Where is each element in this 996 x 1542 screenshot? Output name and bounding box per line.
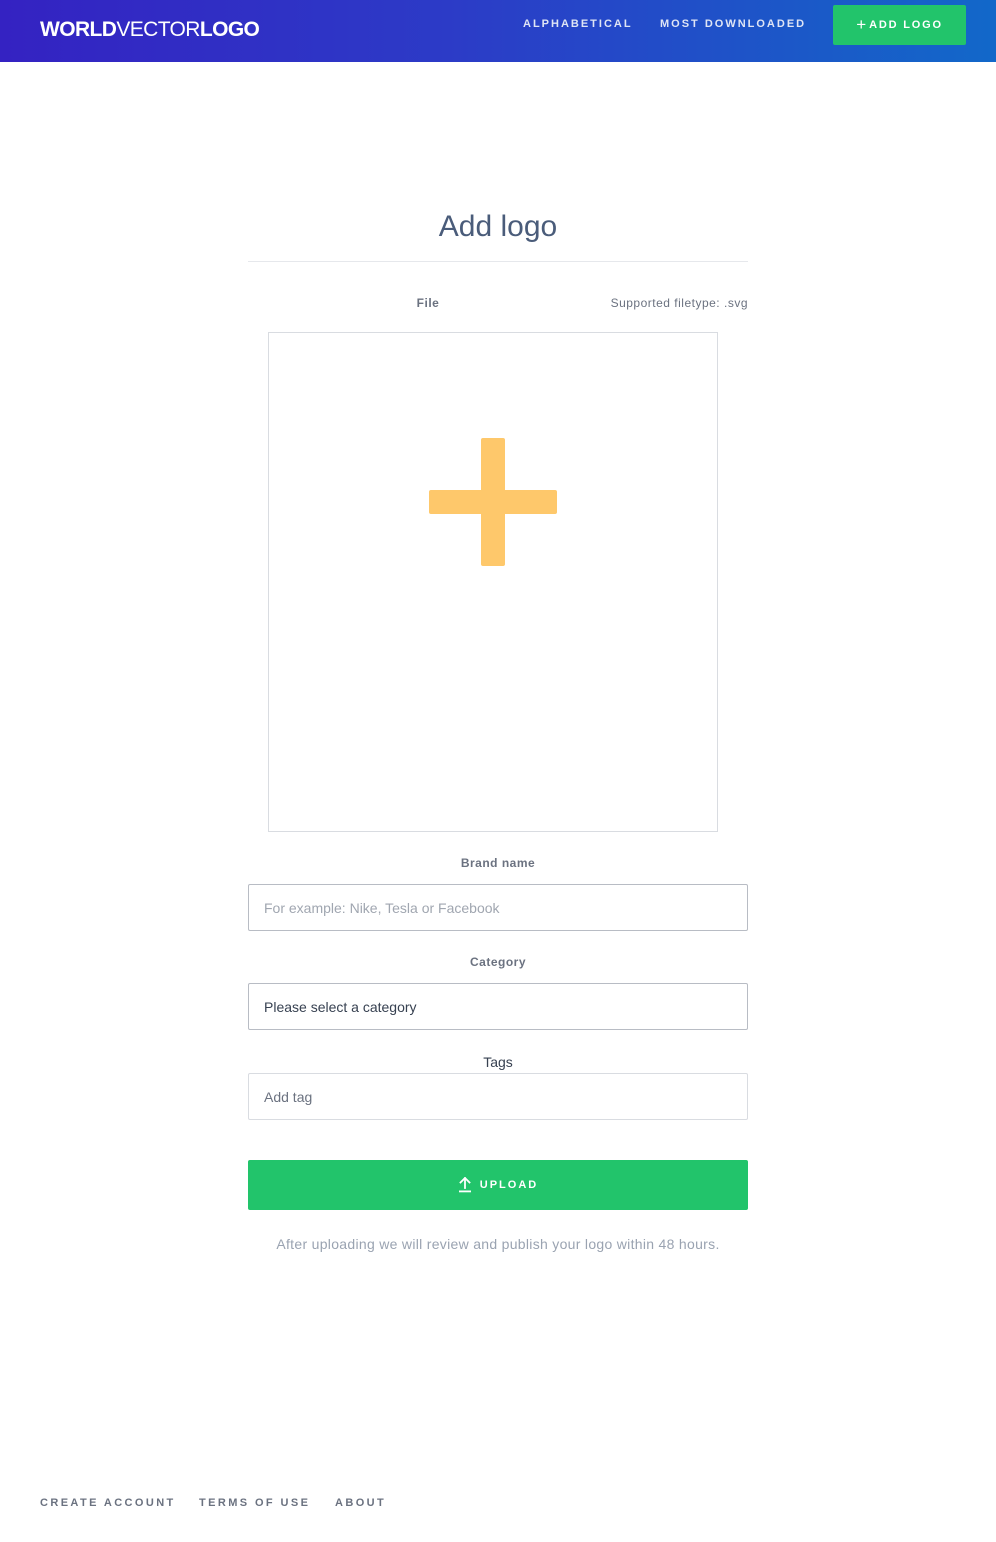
supported-filetype-note: Supported filetype: .svg xyxy=(610,296,748,310)
category-select[interactable]: Please select a category xyxy=(248,983,748,1030)
review-note: After uploading we will review and publi… xyxy=(276,1236,720,1252)
upload-button[interactable]: UPLOAD xyxy=(248,1160,748,1210)
file-dropzone[interactable] xyxy=(268,332,718,832)
footer-terms-of-use[interactable]: TERMS OF USE xyxy=(199,1497,310,1509)
logo-text-logo: LOGO xyxy=(199,18,260,41)
tags-label: Tags xyxy=(483,1054,513,1070)
site-logo[interactable]: WORLDVECTORLOGO xyxy=(40,16,260,44)
upload-icon xyxy=(458,1177,471,1193)
category-selected-value: Please select a category xyxy=(264,998,417,1015)
add-logo-label: ADD LOGO xyxy=(869,19,943,31)
plus-icon-horizontal-bar xyxy=(429,490,557,514)
file-label: File xyxy=(416,296,440,310)
plus-icon: + xyxy=(856,15,867,34)
logo-text-world: WORLD xyxy=(40,18,117,41)
footer-create-account[interactable]: CREATE ACCOUNT xyxy=(40,1497,176,1509)
tags-input[interactable] xyxy=(248,1073,748,1120)
brand-name-label: Brand name xyxy=(460,856,536,870)
site-header: WORLDVECTORLOGO ALPHABETICAL MOST DOWNLO… xyxy=(0,0,996,62)
category-label: Category xyxy=(469,955,526,969)
nav-most-downloaded[interactable]: MOST DOWNLOADED xyxy=(660,16,806,32)
logo-text-vector: VECTOR xyxy=(116,18,200,41)
page-title: Add logo xyxy=(438,210,558,244)
nav-alphabetical[interactable]: ALPHABETICAL xyxy=(523,16,633,32)
footer-about[interactable]: ABOUT xyxy=(335,1497,386,1509)
add-logo-button[interactable]: + ADD LOGO xyxy=(833,5,966,45)
upload-label: UPLOAD xyxy=(479,1179,539,1191)
brand-name-input[interactable] xyxy=(248,884,748,931)
title-divider xyxy=(248,261,748,262)
